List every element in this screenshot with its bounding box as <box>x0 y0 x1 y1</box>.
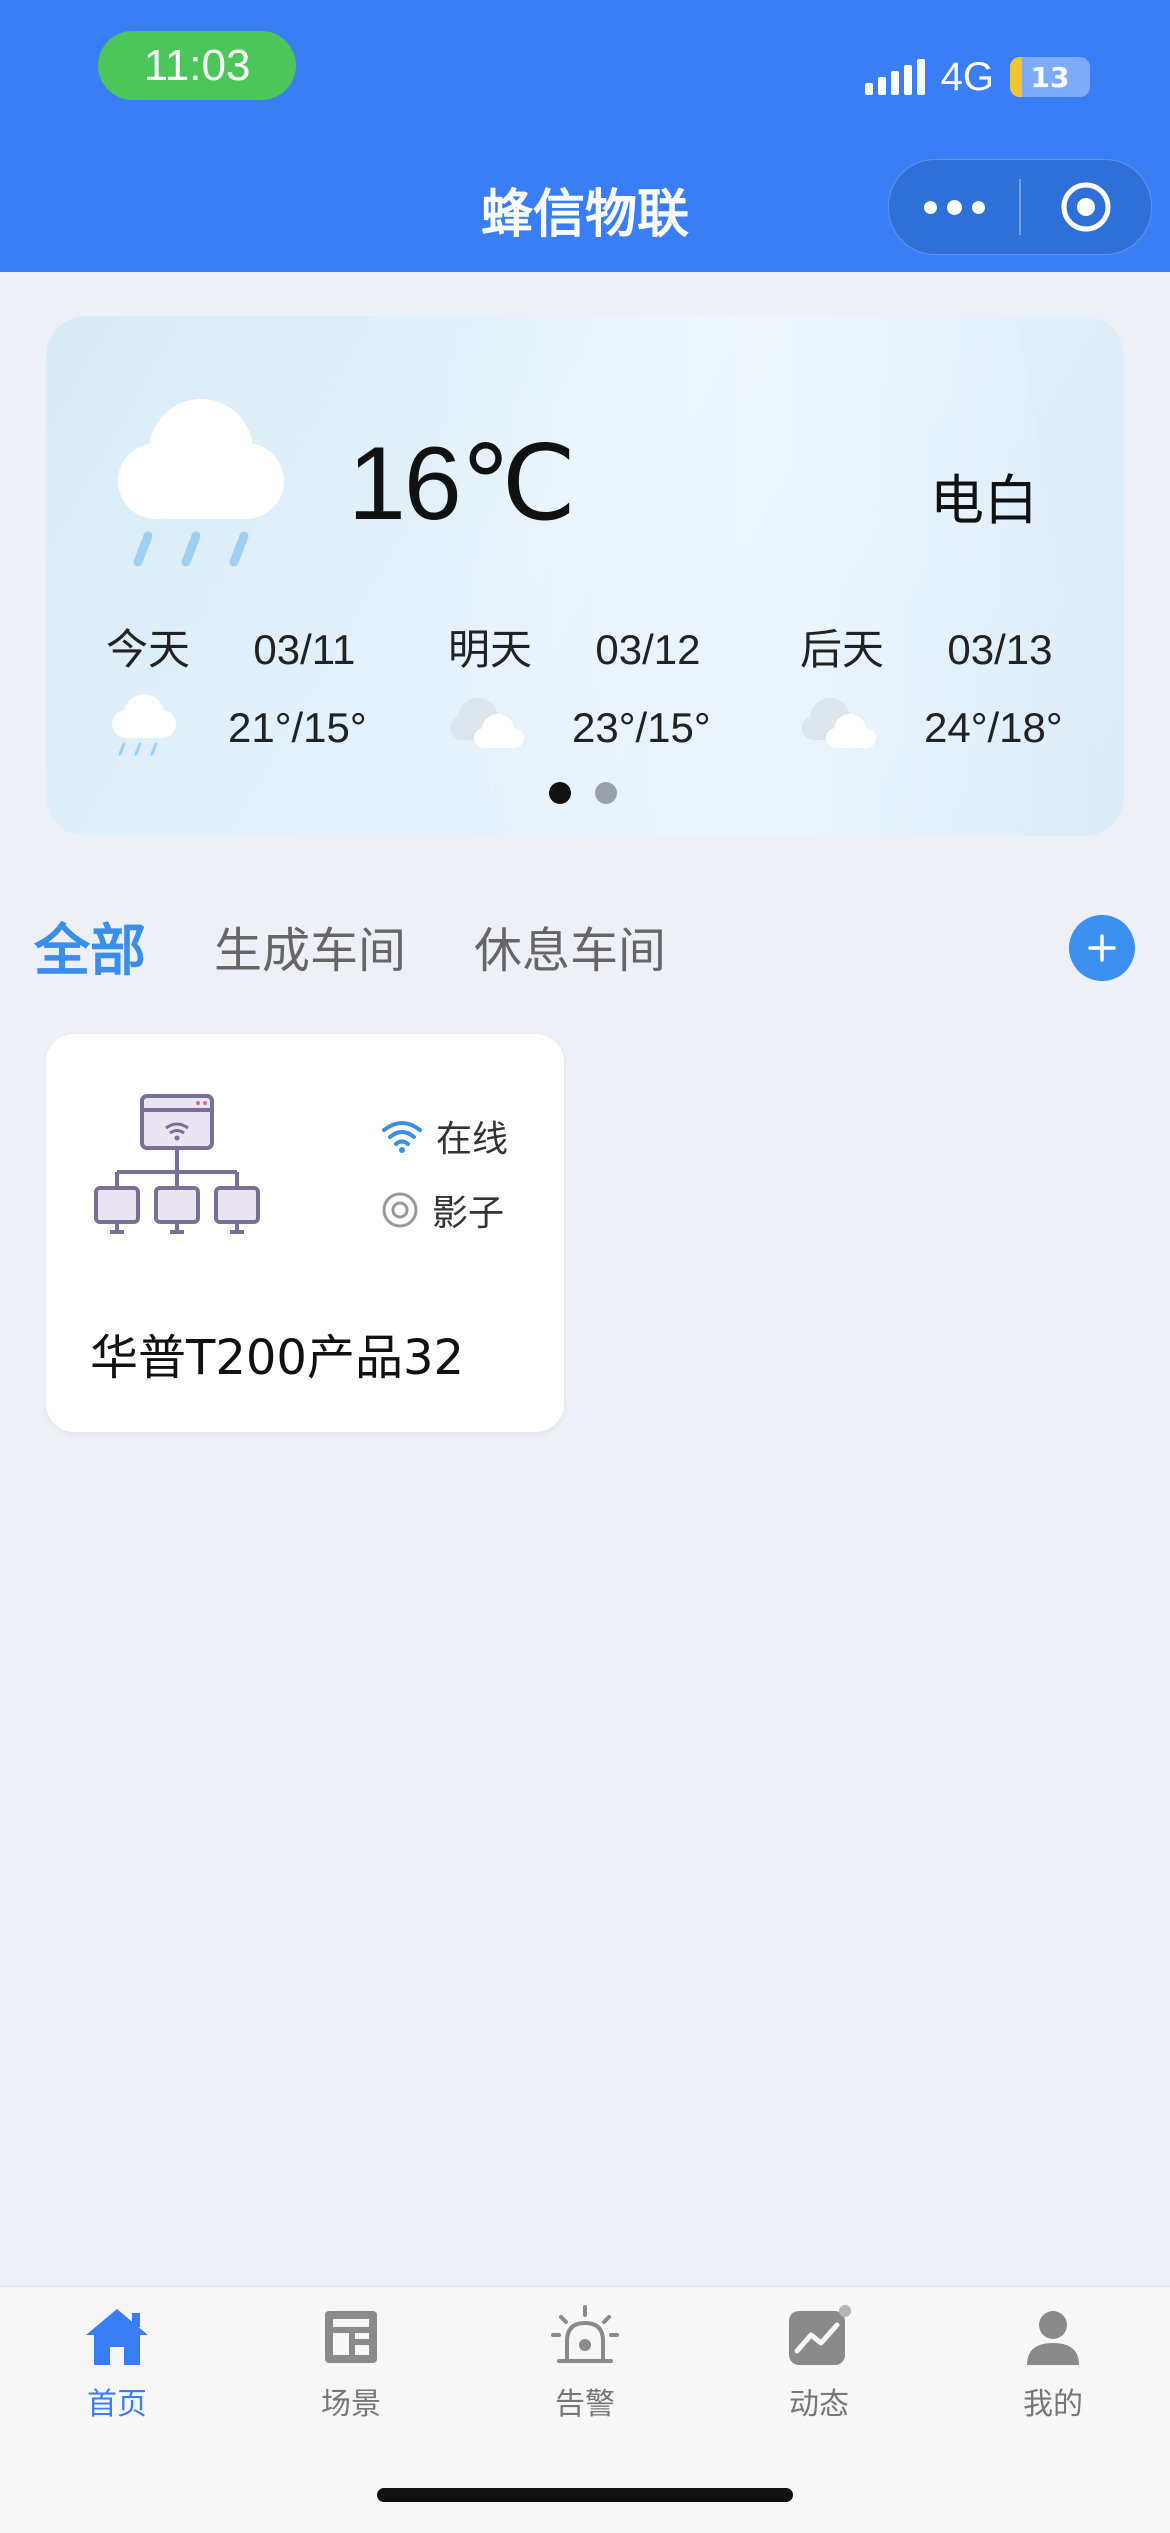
forecast-date: 03/11 <box>253 626 356 673</box>
tab-production-workshop[interactable]: 生成车间 <box>214 911 406 981</box>
miniprogram-capsule <box>888 159 1152 255</box>
network-type: 4G <box>940 54 994 99</box>
forecast-day-tomorrow: 明天 03/12 <box>448 616 700 677</box>
forecast-day: 今天 <box>106 625 191 674</box>
online-status: 在线 <box>380 1110 508 1162</box>
tab-rest-workshop[interactable]: 休息车间 <box>474 911 666 981</box>
weather-card[interactable]: 16℃ 电白 今天 03/11 21°/15° 明天 03/12 23°/15°… <box>46 316 1124 836</box>
add-button[interactable] <box>1069 915 1135 981</box>
device-name: 华普T200产品32 <box>90 1330 465 1386</box>
tabbar-trend[interactable]: 动态 <box>739 2305 899 2423</box>
shadow-status: 影子 <box>380 1184 504 1236</box>
shadow-icon <box>382 1192 418 1228</box>
signal-icon <box>864 59 925 95</box>
status-indicators: 4G 13 <box>864 52 1090 102</box>
more-button[interactable] <box>889 160 1019 254</box>
home-icon <box>86 2309 148 2365</box>
tabbar-scene[interactable]: 场景 <box>271 2305 431 2423</box>
wifi-icon <box>382 1121 422 1153</box>
battery-level: 13 <box>1030 60 1070 94</box>
forecast-date: 03/12 <box>595 626 701 673</box>
cloudy-icon <box>450 698 524 748</box>
forecast-temps: 21°/15° <box>228 704 367 751</box>
user-icon <box>1027 2311 1079 2365</box>
scene-icon <box>325 2311 377 2363</box>
location: 电白 <box>930 469 1038 532</box>
header: 11:03 4G 13 蜂信物联 <box>0 0 1170 272</box>
close-button[interactable] <box>1021 160 1151 254</box>
tabbar-label: 场景 <box>321 2387 381 2422</box>
carousel-dot <box>595 782 617 804</box>
target-icon <box>1061 182 1111 232</box>
forecast-temps: 24°/18° <box>924 704 1063 751</box>
tabbar-alarm[interactable]: 告警 <box>505 2305 665 2423</box>
shadow-status-label: 影子 <box>432 1193 505 1234</box>
home-indicator <box>377 2488 793 2502</box>
status-time: 11:03 <box>98 31 296 100</box>
plus-icon <box>1088 934 1116 962</box>
forecast-day-after: 后天 03/13 <box>800 616 1052 677</box>
forecast-day-today: 今天 03/11 <box>106 616 355 677</box>
tabbar-profile[interactable]: 我的 <box>973 2305 1133 2423</box>
forecast-day: 后天 <box>800 625 885 674</box>
rain-cloud-icon <box>112 694 176 756</box>
rain-cloud-icon <box>118 399 284 567</box>
tabbar-label: 动态 <box>789 2387 849 2422</box>
forecast-day: 明天 <box>448 625 533 674</box>
forecast-temps: 23°/15° <box>572 704 711 751</box>
group-tabs: 全部 生成车间 休息车间 <box>34 906 734 986</box>
tabbar-home[interactable]: 首页 <box>37 2305 197 2423</box>
tabbar-label: 首页 <box>87 2387 147 2422</box>
trend-icon <box>789 2305 851 2365</box>
tabbar-label: 告警 <box>555 2387 615 2422</box>
current-temperature: 16℃ <box>348 426 576 542</box>
alarm-icon <box>551 2305 619 2363</box>
carousel-dot-active <box>549 782 571 804</box>
tab-all[interactable]: 全部 <box>34 906 146 987</box>
online-status-label: 在线 <box>436 1119 509 1160</box>
cloudy-icon <box>802 698 876 748</box>
device-card[interactable]: 在线 影子 华普T200产品32 <box>46 1034 564 1432</box>
network-device-icon <box>94 1094 260 1234</box>
forecast-date: 03/13 <box>947 626 1053 673</box>
battery-icon: 13 <box>1010 57 1090 97</box>
tabbar-label: 我的 <box>1023 2387 1083 2422</box>
carousel-indicator <box>549 782 617 804</box>
